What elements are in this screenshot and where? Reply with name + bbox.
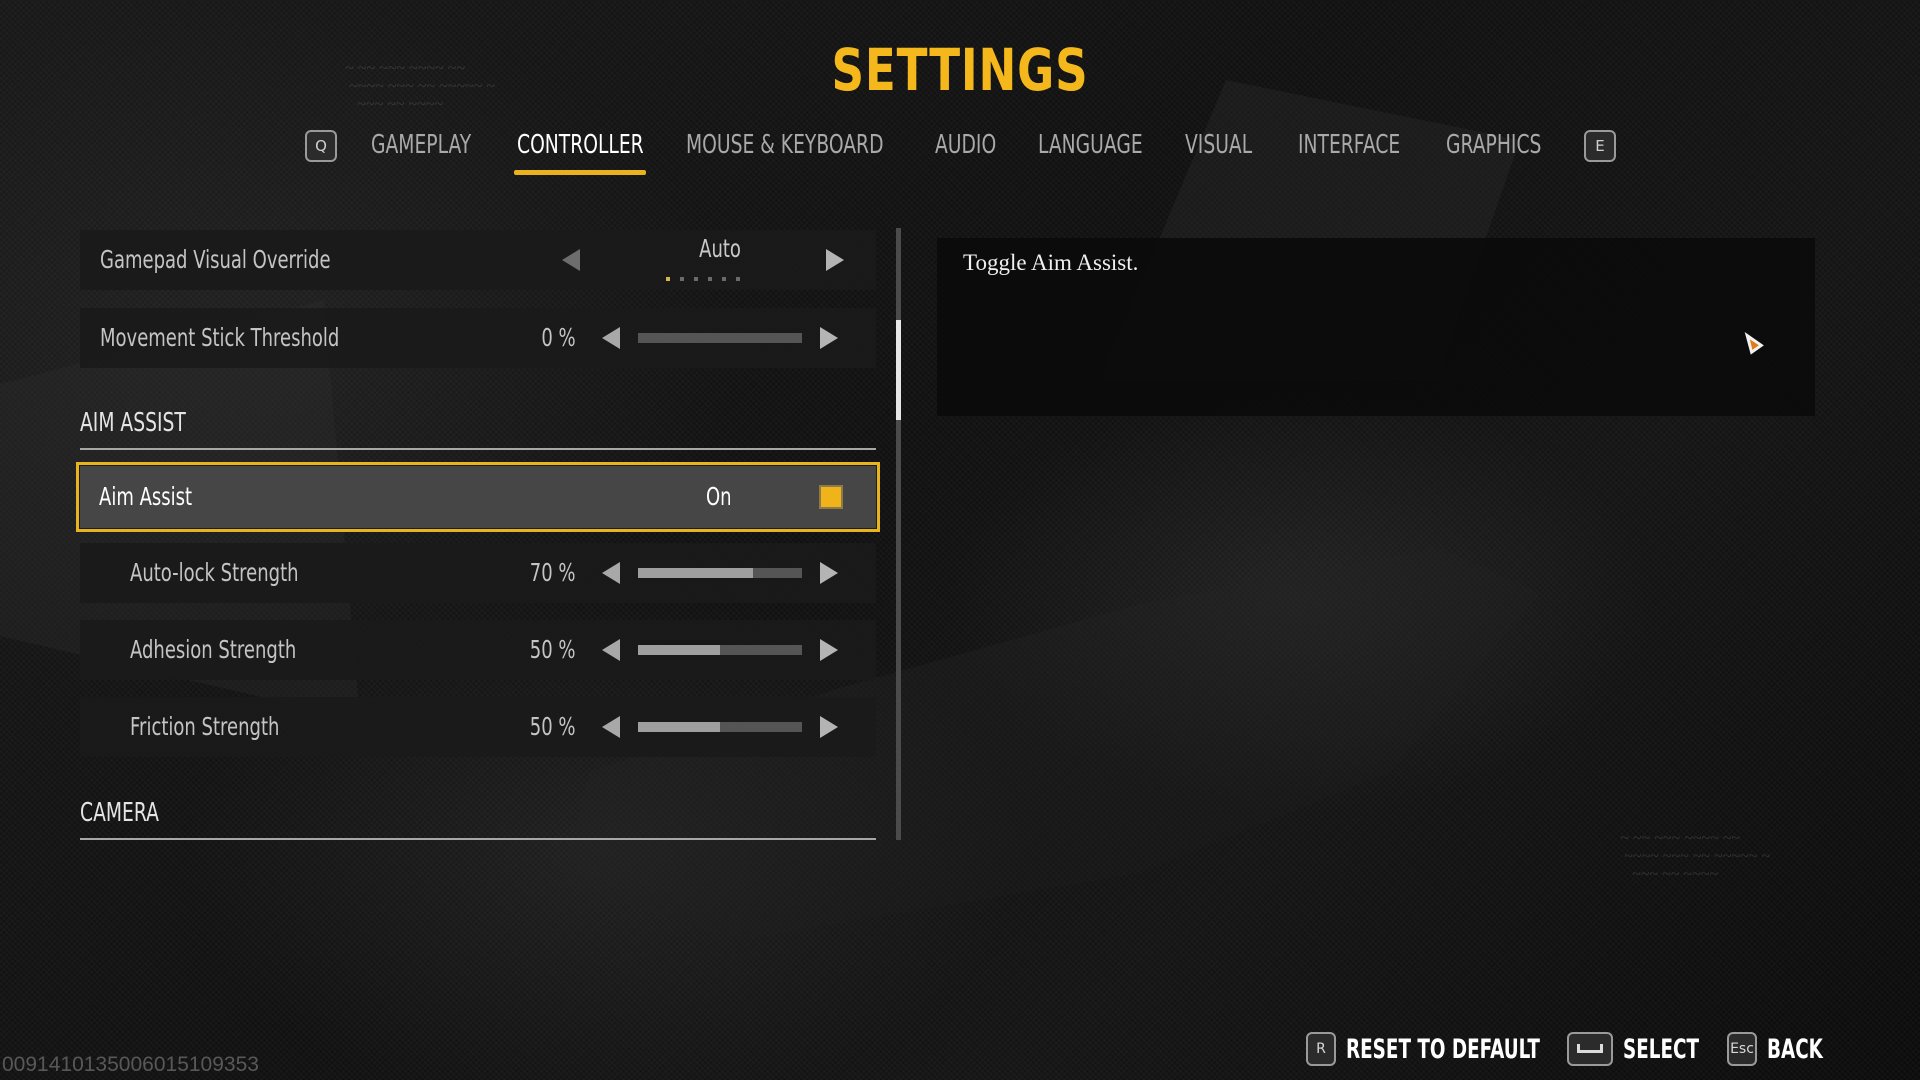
setting-value: On bbox=[706, 482, 732, 511]
select-button[interactable]: SELECT bbox=[1567, 1030, 1735, 1068]
setting-label: Friction Strength bbox=[130, 712, 280, 741]
option-dot bbox=[708, 277, 712, 281]
setting-value: 50 % bbox=[530, 712, 576, 741]
setting-value: 70 % bbox=[530, 558, 576, 587]
arrow-right-icon[interactable] bbox=[820, 716, 838, 738]
arrow-right-icon[interactable] bbox=[820, 327, 838, 349]
arrow-left-icon[interactable] bbox=[602, 327, 620, 349]
setting-adhesion-strength[interactable]: Adhesion Strength 50 % bbox=[80, 620, 876, 680]
setting-label: Movement Stick Threshold bbox=[100, 323, 340, 352]
description-text: Toggle Aim Assist. bbox=[963, 250, 1139, 275]
select-label: SELECT bbox=[1623, 1033, 1700, 1065]
arrow-left-icon[interactable] bbox=[562, 249, 580, 271]
tab-interface[interactable]: INTERFACE bbox=[1298, 126, 1400, 164]
arrow-right-icon[interactable] bbox=[820, 639, 838, 661]
section-divider bbox=[80, 838, 876, 840]
tab-bar: Q GAMEPLAY CONTROLLER MOUSE & KEYBOARD A… bbox=[0, 126, 1920, 176]
section-title: CAMERA bbox=[80, 798, 159, 828]
setting-label: Aim Assist bbox=[99, 482, 193, 511]
option-dot bbox=[722, 277, 726, 281]
aim-assist-checkbox[interactable] bbox=[819, 485, 843, 509]
slider-fill bbox=[638, 722, 720, 732]
slider-track[interactable] bbox=[638, 645, 802, 655]
slider-fill bbox=[638, 645, 720, 655]
prev-tab-key[interactable]: Q bbox=[305, 130, 337, 162]
setting-value: 50 % bbox=[530, 635, 576, 664]
setting-gamepad-visual-override[interactable]: Gamepad Visual Override Auto bbox=[80, 230, 876, 290]
build-serial-number: 0091410135006015109353 bbox=[2, 1053, 259, 1076]
reset-label: RESET TO DEFAULT bbox=[1346, 1033, 1540, 1065]
tab-visual[interactable]: VISUAL bbox=[1185, 126, 1252, 164]
option-indicator-dots bbox=[666, 277, 740, 281]
esc-key-icon: Esc bbox=[1727, 1032, 1757, 1066]
space-key-icon bbox=[1567, 1032, 1613, 1066]
tab-controller[interactable]: CONTROLLER bbox=[517, 126, 644, 164]
arrow-right-icon[interactable] bbox=[820, 562, 838, 584]
option-dot bbox=[736, 277, 740, 281]
scrollbar-thumb[interactable] bbox=[896, 320, 901, 420]
option-value: Auto bbox=[699, 234, 741, 263]
section-header-aim-assist: AIM ASSIST bbox=[80, 408, 876, 450]
description-panel: Toggle Aim Assist. bbox=[937, 238, 1815, 416]
slider-track[interactable] bbox=[638, 722, 802, 732]
section-divider bbox=[80, 448, 876, 450]
r-key-icon: R bbox=[1306, 1032, 1336, 1066]
tab-audio[interactable]: AUDIO bbox=[935, 126, 996, 164]
slider-fill bbox=[638, 568, 753, 578]
arrow-right-icon[interactable] bbox=[826, 249, 844, 271]
next-tab-key[interactable]: E bbox=[1584, 130, 1616, 162]
setting-movement-stick-threshold[interactable]: Movement Stick Threshold 0 % bbox=[80, 308, 876, 368]
option-dot bbox=[694, 277, 698, 281]
arrow-left-icon[interactable] bbox=[602, 716, 620, 738]
tab-graphics[interactable]: GRAPHICS bbox=[1446, 126, 1541, 164]
back-label: BACK bbox=[1767, 1033, 1823, 1065]
active-tab-indicator bbox=[514, 170, 646, 175]
setting-auto-lock-strength[interactable]: Auto-lock Strength 70 % bbox=[80, 543, 876, 603]
setting-aim-assist[interactable]: Aim Assist On bbox=[76, 462, 880, 532]
section-header-camera: CAMERA bbox=[80, 798, 876, 840]
setting-value: 0 % bbox=[541, 323, 576, 352]
option-dot bbox=[680, 277, 684, 281]
slider-track[interactable] bbox=[638, 333, 802, 343]
option-dot bbox=[666, 277, 670, 281]
slider-track[interactable] bbox=[638, 568, 802, 578]
setting-label: Adhesion Strength bbox=[130, 635, 297, 664]
handwriting-decoration: ~ ~~ ~~~ ~~~~ ~~ ~~~~ ~~~ ~~ ~~~~~ ~ ~~~… bbox=[1620, 830, 1770, 883]
arrow-left-icon[interactable] bbox=[602, 639, 620, 661]
setting-friction-strength[interactable]: Friction Strength 50 % bbox=[80, 697, 876, 757]
section-title: AIM ASSIST bbox=[80, 408, 186, 438]
tab-language[interactable]: LANGUAGE bbox=[1038, 126, 1143, 164]
page-title: SETTINGS bbox=[831, 36, 1089, 104]
setting-label: Gamepad Visual Override bbox=[100, 245, 331, 274]
back-button[interactable]: Esc BACK bbox=[1727, 1030, 1849, 1068]
arrow-left-icon[interactable] bbox=[602, 562, 620, 584]
tab-gameplay[interactable]: GAMEPLAY bbox=[371, 126, 471, 164]
tab-mouse-keyboard[interactable]: MOUSE & KEYBOARD bbox=[686, 126, 883, 164]
setting-label: Auto-lock Strength bbox=[130, 558, 299, 587]
